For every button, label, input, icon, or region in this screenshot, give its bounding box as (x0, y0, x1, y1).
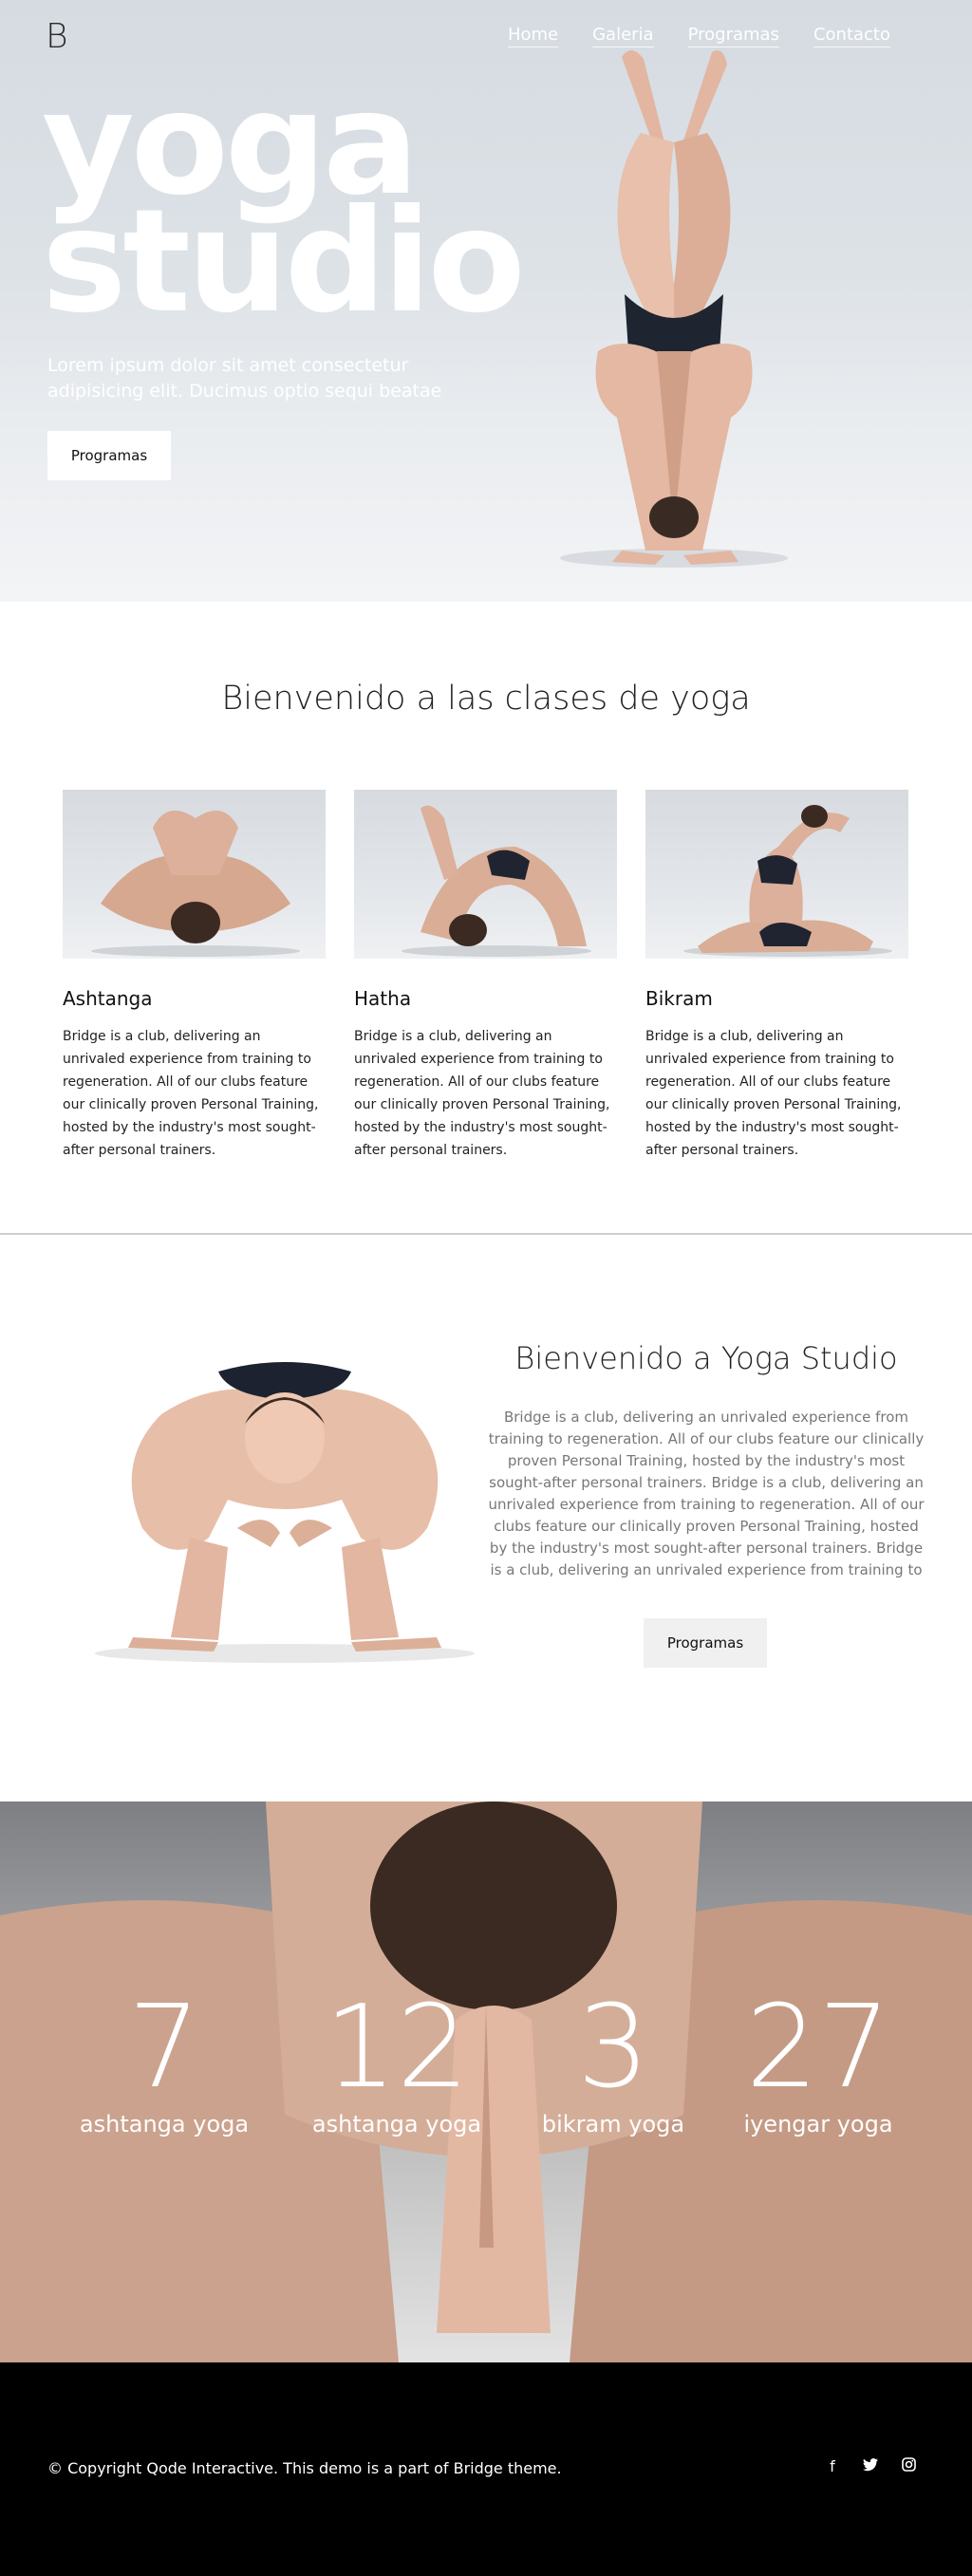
card-title: Bikram (645, 987, 713, 1010)
welcome-programas-button[interactable]: Programas (644, 1618, 767, 1668)
stats-section: 7 ashtanga yoga 12 ashtanga yoga 3 bikra… (0, 1801, 972, 2362)
class-card-ashtanga: Ashtanga Bridge is a club, delivering an… (63, 790, 326, 1162)
stat-number: 12 (324, 1982, 470, 2114)
stat-label: ashtanga yoga (79, 2111, 250, 2137)
class-card-bikram: Bikram Bridge is a club, delivering an u… (645, 790, 908, 1162)
instagram-icon[interactable] (900, 2457, 917, 2475)
card-text: Bridge is a club, delivering an unrivale… (63, 1029, 319, 1158)
hero-section: B Home Galeria Programas Contacto yoga s… (0, 0, 972, 602)
hatha-image (354, 790, 617, 959)
ashtanga-image (63, 790, 326, 959)
card-text: Bridge is a club, delivering an unrivale… (354, 1029, 610, 1158)
hero-title-line-2: studio (42, 179, 526, 345)
stat-iyengar: 27 iyengar yoga (723, 1982, 913, 2138)
welcome-text: Bridge is a club, delivering an unrivale… (488, 1409, 925, 1578)
stat-label: bikram yoga (541, 2111, 685, 2137)
stat-label: ashtanga yoga (311, 2111, 482, 2137)
stat-number: 3 (576, 1982, 650, 2114)
welcome-title: Bienvenido a Yoga Studio (514, 1340, 898, 1376)
welcome-yoga-image (95, 1362, 475, 1663)
social-links: f (824, 2457, 917, 2475)
stat-number: 7 (127, 1982, 201, 2114)
stat-label: iyengar yoga (743, 2111, 893, 2137)
card-text: Bridge is a club, delivering an unrivale… (645, 1029, 902, 1158)
section-divider (0, 1233, 972, 1235)
hero-programas-button[interactable]: Programas (47, 431, 171, 480)
classes-title: Bienvenido a las clases de yoga (221, 680, 751, 718)
copyright-text: © Copyright Qode Interactive. This demo … (47, 2459, 562, 2477)
class-card-hatha: Hatha Bridge is a club, delivering an un… (354, 790, 617, 1162)
stat-bikram: 3 bikram yoga (518, 1982, 708, 2138)
twitter-icon[interactable] (862, 2457, 879, 2475)
stat-number: 27 (745, 1982, 891, 2114)
site-logo[interactable]: B (46, 17, 68, 56)
stat-ashtanga-2: 12 ashtanga yoga (302, 1982, 492, 2138)
card-title: Hatha (354, 987, 412, 1010)
hero-title: yoga studio (42, 73, 526, 345)
facebook-icon[interactable]: f (824, 2457, 841, 2475)
site-footer: © Copyright Qode Interactive. This demo … (0, 2362, 972, 2576)
bikram-image (645, 790, 908, 959)
nav-link-contacto[interactable]: Contacto (813, 25, 890, 47)
hero-subtitle: Lorem ipsum dolor sit amet consectetur a… (47, 355, 442, 401)
stat-ashtanga: 7 ashtanga yoga (69, 1982, 259, 2138)
hero-yoga-image (560, 49, 788, 568)
card-title: Ashtanga (63, 987, 153, 1010)
